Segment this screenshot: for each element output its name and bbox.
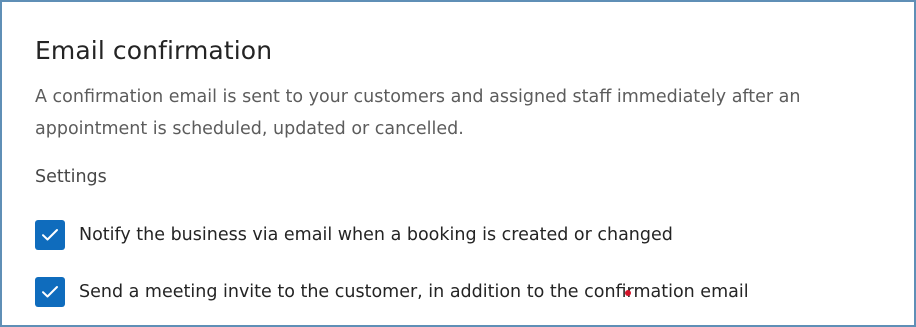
section-description: A confirmation email is sent to your cus… (35, 87, 801, 139)
checkmark-icon (42, 229, 58, 241)
send-meeting-invite-option[interactable]: Send a meeting invite to the customer, i… (35, 277, 749, 307)
notify-business-option[interactable]: Notify the business via email when a boo… (35, 220, 673, 250)
section-title: Email confirmation (35, 36, 273, 65)
email-confirmation-panel: Email confirmation A confirmation email … (0, 0, 916, 327)
settings-heading: Settings (35, 167, 107, 187)
send-meeting-invite-checkbox[interactable] (35, 277, 65, 307)
send-meeting-invite-label: Send a meeting invite to the customer, i… (79, 282, 749, 302)
notify-business-label: Notify the business via email when a boo… (79, 225, 673, 245)
checkmark-icon (42, 286, 58, 298)
notify-business-checkbox[interactable] (35, 220, 65, 250)
cursor-marker-dot (625, 290, 631, 296)
